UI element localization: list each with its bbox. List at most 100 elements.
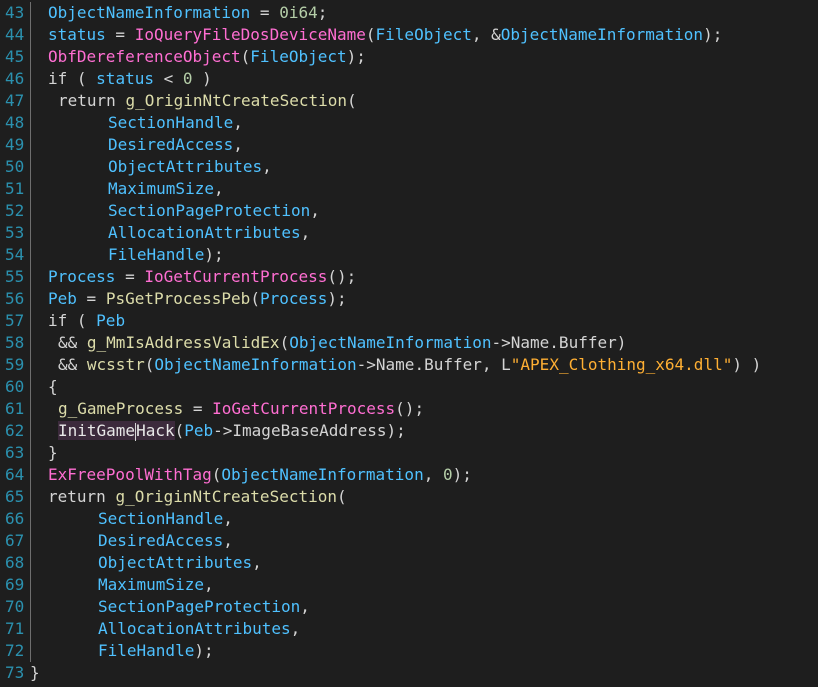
code-line[interactable]: g_GameProcess = IoGetCurrentProcess(); (58, 398, 424, 420)
code-line[interactable]: if ( status < 0 ) (48, 68, 212, 90)
code-token-op: , (233, 135, 243, 154)
code-token-global[interactable]: g_GameProcess (58, 399, 183, 418)
code-token-identifier[interactable]: status (96, 69, 154, 88)
fold-guide (30, 376, 31, 398)
line-gutter-row: 44 (0, 24, 34, 46)
code-token-identifier[interactable]: FileObject (376, 25, 472, 44)
line-number: 43 (5, 3, 25, 22)
code-token-global[interactable]: g_MmIsAddressValidEx (87, 333, 280, 352)
code-token-identifier[interactable]: ObjectNameInformation (154, 355, 356, 374)
code-token-identifier[interactable]: ObjectNameInformation (501, 25, 703, 44)
code-token-identifier[interactable]: status (48, 25, 106, 44)
code-token-identifier[interactable]: ObjectNameInformation (221, 465, 423, 484)
code-line[interactable]: SectionPageProtection, (98, 596, 310, 618)
line-number: 66 (5, 509, 25, 528)
code-line[interactable]: && wcsstr(ObjectNameInformation->Name.Bu… (58, 354, 761, 376)
code-token-func-def[interactable]: InitGameHack (58, 421, 175, 441)
code-token-global[interactable]: PsGetProcessPeb (106, 289, 251, 308)
code-token-identifier[interactable]: ObjectAttributes (98, 553, 252, 572)
code-line[interactable]: ObfDereferenceObject(FileObject); (48, 46, 366, 68)
code-token-function[interactable]: IoGetCurrentProcess (212, 399, 395, 418)
code-token-global[interactable]: wcsstr (87, 355, 145, 374)
code-token-op: = (250, 3, 280, 22)
code-line[interactable]: InitGameHack(Peb->ImageBaseAddress); (58, 420, 406, 442)
code-line[interactable]: MaximumSize, (108, 178, 224, 200)
fold-guide (30, 640, 31, 662)
line-gutter-row: 57 (0, 310, 34, 332)
code-token-identifier[interactable]: SectionPageProtection (98, 597, 300, 616)
code-token-number: 0 (442, 465, 453, 484)
code-token-identifier[interactable]: Process (48, 267, 115, 286)
code-token-identifier[interactable]: ObjectAttributes (108, 157, 262, 176)
line-number: 59 (5, 355, 25, 374)
code-line[interactable]: SectionPageProtection, (108, 200, 320, 222)
code-token-identifier[interactable]: Peb (96, 311, 125, 330)
code-token-identifier[interactable]: FileHandle (108, 245, 204, 264)
line-gutter-row: 73 (0, 662, 34, 684)
code-line[interactable]: Peb = PsGetProcessPeb(Process); (48, 288, 347, 310)
code-token-identifier[interactable]: Peb (184, 421, 213, 440)
code-line[interactable]: if ( Peb (48, 310, 125, 332)
code-line[interactable]: AllocationAttributes, (98, 618, 300, 640)
code-token-identifier[interactable]: ObjectNameInformation (48, 3, 250, 22)
code-token-identifier[interactable]: DesiredAccess (98, 531, 223, 550)
code-line[interactable]: } (30, 662, 40, 684)
code-line[interactable]: ObjectAttributes, (98, 552, 262, 574)
code-token-op: , (423, 465, 443, 484)
fold-guide (30, 464, 31, 486)
code-token-global[interactable]: g_OriginNtCreateSection (125, 91, 347, 110)
code-line[interactable]: MaximumSize, (98, 574, 214, 596)
code-line[interactable]: AllocationAttributes, (108, 222, 310, 244)
code-line[interactable]: ExFreePoolWithTag(ObjectNameInformation,… (48, 464, 472, 486)
code-line[interactable]: FileHandle); (108, 244, 224, 266)
line-number: 57 (5, 311, 25, 330)
code-token-identifier[interactable]: DesiredAccess (108, 135, 233, 154)
line-gutter-row: 60 (0, 376, 34, 398)
code-line[interactable]: ObjectNameInformation = 0i64; (48, 2, 327, 24)
code-token-identifier[interactable]: Peb (48, 289, 77, 308)
code-line[interactable]: DesiredAccess, (98, 530, 233, 552)
code-line[interactable]: return g_OriginNtCreateSection( (48, 486, 347, 508)
code-line[interactable]: && g_MmIsAddressValidEx(ObjectNameInform… (58, 332, 626, 354)
code-line[interactable]: } (48, 442, 58, 464)
code-token-global[interactable]: g_OriginNtCreateSection (115, 487, 337, 506)
code-token-identifier[interactable]: MaximumSize (98, 575, 204, 594)
code-token-identifier[interactable]: AllocationAttributes (98, 619, 291, 638)
fold-guide (30, 222, 31, 244)
code-token-identifier[interactable]: SectionHandle (98, 509, 223, 528)
code-token-op: ( (67, 69, 97, 88)
code-token-string-prefix: L (501, 355, 511, 374)
code-line[interactable]: { (48, 376, 58, 398)
code-line[interactable]: ObjectAttributes, (108, 156, 272, 178)
code-line[interactable]: status = IoQueryFileDosDeviceName(FileOb… (48, 24, 722, 46)
line-number: 48 (5, 113, 25, 132)
code-token-function[interactable]: ObfDereferenceObject (48, 47, 241, 66)
code-editor[interactable]: 43 44 45 46 47 48 49 50 51 52 53 54 55 56 57 58 59 60 61 62… (0, 0, 818, 687)
code-token-identifier[interactable]: FileHandle (98, 641, 194, 660)
code-token-op: ; (317, 3, 328, 22)
code-token-identifier[interactable]: Process (260, 289, 327, 308)
code-token-identifier[interactable]: FileObject (250, 47, 346, 66)
code-line[interactable]: return g_OriginNtCreateSection( (58, 90, 357, 112)
line-gutter-row: 68 (0, 552, 34, 574)
line-number: 64 (5, 465, 25, 484)
code-token-function[interactable]: ExFreePoolWithTag (48, 465, 212, 484)
line-gutter-row: 61 (0, 398, 34, 420)
code-token-op (116, 91, 126, 110)
code-token-identifier[interactable]: ObjectNameInformation (289, 333, 491, 352)
code-token-function[interactable]: IoGetCurrentProcess (144, 267, 327, 286)
code-line[interactable]: FileHandle); (98, 640, 214, 662)
code-line[interactable]: Process = IoGetCurrentProcess(); (48, 266, 356, 288)
line-number: 73 (5, 663, 25, 682)
code-token-identifier[interactable]: AllocationAttributes (108, 223, 301, 242)
code-token-identifier[interactable]: SectionHandle (108, 113, 233, 132)
code-token-op: , (290, 619, 301, 638)
code-line[interactable]: SectionHandle, (108, 112, 243, 134)
code-token-identifier[interactable]: SectionPageProtection (108, 201, 310, 220)
code-token-identifier[interactable]: MaximumSize (108, 179, 214, 198)
code-line[interactable]: DesiredAccess, (108, 134, 243, 156)
line-gutter-row: 54 (0, 244, 34, 266)
code-token-function[interactable]: IoQueryFileDosDeviceName (135, 25, 366, 44)
line-gutter-row: 59 (0, 354, 34, 376)
code-line[interactable]: SectionHandle, (98, 508, 233, 530)
